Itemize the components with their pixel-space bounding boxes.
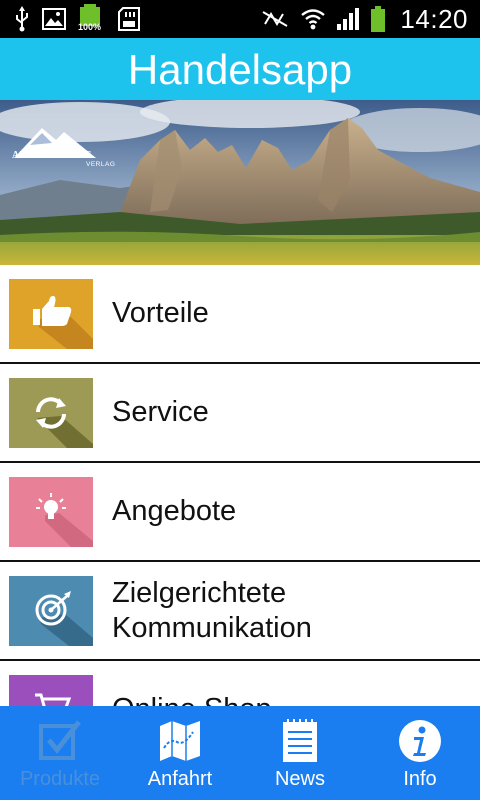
menu-tile-angebote — [9, 477, 93, 547]
menu-label-angebote: Angebote — [112, 495, 237, 527]
logo-text-alpen: ALPEN — [12, 150, 49, 161]
menu-tile-vorteile — [9, 279, 93, 349]
nav-label-produkte: Produkte — [19, 768, 101, 790]
logo-text-verlag: VERLAG — [86, 161, 115, 168]
menu-item-service[interactable]: Service — [0, 364, 480, 463]
wifi-icon — [300, 7, 326, 31]
thumbs-up-icon — [33, 295, 93, 349]
menu-item-angebote[interactable]: Angebote — [0, 463, 480, 562]
usb-icon — [14, 6, 30, 32]
app-header: Handelsapp — [0, 38, 480, 100]
signal-strength-icon — [336, 7, 360, 31]
nav-label-news: News — [274, 768, 325, 790]
menu-item-online-shop[interactable]: Online Shop — [0, 661, 480, 706]
nfc-muted-icon — [260, 8, 290, 30]
target-icon — [35, 591, 93, 646]
bottom-nav: Produkte Anfahrt News Info — [0, 706, 480, 800]
menu-item-vorteile[interactable]: Vorteile — [0, 265, 480, 364]
menu-item-zielgerichtete-kommunikation[interactable]: Zielgerichtete Kommunikation — [0, 562, 480, 661]
checkbox-icon — [0, 718, 120, 764]
sd-card-icon — [118, 7, 140, 31]
menu-list: Vorteile Service Angebote Zielgerichtete… — [0, 265, 480, 706]
menu-label-vorteile: Vorteile — [112, 297, 209, 329]
nav-tab-news[interactable]: News — [240, 706, 360, 800]
image-icon — [42, 8, 66, 30]
app-title: Handelsapp — [127, 46, 353, 93]
nav-tab-anfahrt[interactable]: Anfahrt — [120, 706, 240, 800]
nav-label-anfahrt: Anfahrt — [147, 768, 213, 790]
banner-image: ALPEN WELT VERLAG — [0, 100, 480, 265]
notepad-icon — [240, 718, 360, 764]
nav-tab-info[interactable]: Info — [360, 706, 480, 800]
nav-tab-produkte[interactable]: Produkte — [0, 706, 120, 800]
map-icon — [120, 718, 240, 764]
battery-full-icon: 100% — [78, 4, 106, 34]
menu-tile-service — [9, 378, 93, 448]
menu-tile-kommunikation — [9, 576, 93, 646]
status-bar: 100% 14:20 — [0, 0, 480, 38]
battery-level-text: 100% — [78, 22, 102, 32]
lightbulb-icon — [36, 493, 93, 547]
nav-label-info: Info — [403, 768, 437, 790]
menu-label-kommunikation: Zielgerichtete Kommunikation — [112, 576, 312, 644]
status-time: 14:20 — [400, 3, 468, 34]
logo-text-welt: WELT — [60, 150, 91, 161]
info-icon — [360, 718, 480, 764]
menu-label-service: Service — [112, 396, 209, 428]
battery-icon — [370, 6, 386, 32]
cart-icon — [35, 693, 72, 706]
menu-label-online-shop: Online Shop — [112, 661, 470, 706]
menu-tile-online-shop — [9, 675, 93, 706]
refresh-icon — [36, 397, 93, 448]
